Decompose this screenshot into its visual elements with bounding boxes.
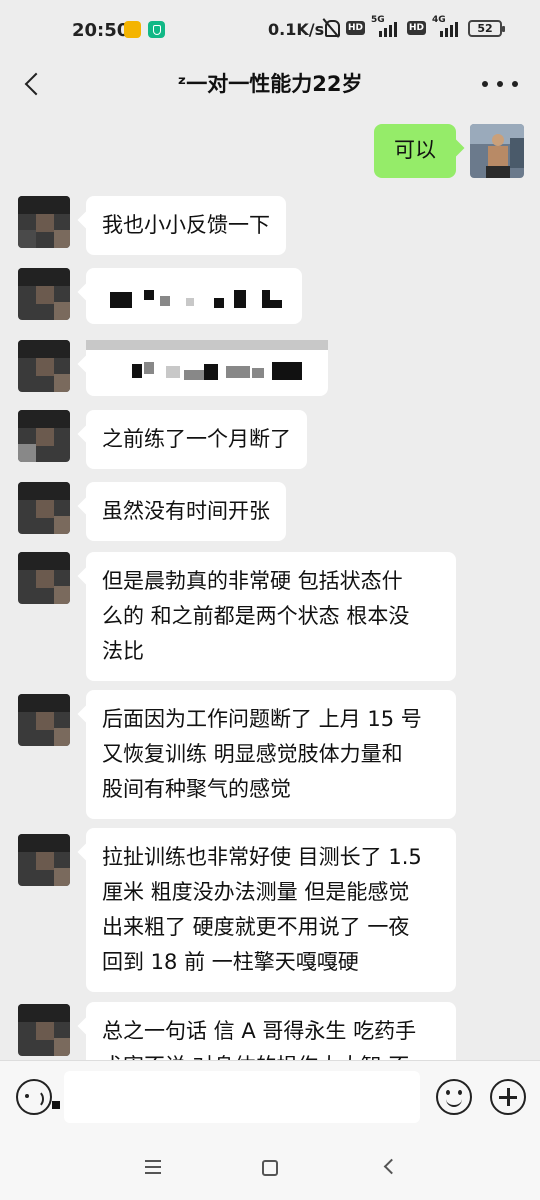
message-row: 总之一句话 信 A 哥得永生 吃药手 术害不说 对身体的损伤太大智 不	[0, 1002, 540, 1060]
mosaic-block	[204, 364, 218, 380]
chat-title: ᶻ一对一性能力22岁	[177, 72, 363, 96]
mosaic-block	[132, 364, 142, 378]
notification-app-icon	[124, 21, 141, 38]
message-bubble[interactable]: 之前练了一个月断了	[86, 410, 307, 469]
message-row: 虽然没有时间开张	[0, 482, 540, 542]
contact-avatar[interactable]	[18, 694, 70, 746]
mosaic-block	[186, 298, 194, 306]
message-line: 回到 18 前 一柱擎天嘎嘎硬	[102, 950, 359, 974]
message-text: 虽然没有时间开张	[102, 499, 270, 523]
signal-5g-label: 5G	[371, 15, 385, 25]
back-arrow-icon[interactable]	[16, 66, 52, 102]
message-line: 术害不说 对身体的损伤太大智 不	[102, 1049, 440, 1060]
message-bubble[interactable]: 拉扯训练也非常好使 目测长了 1.5 厘米 粗度没办法测量 但是能感觉 出来粗了…	[86, 828, 456, 992]
emoji-icon[interactable]	[436, 1079, 472, 1115]
mosaic-block	[184, 370, 204, 380]
voice-icon[interactable]	[16, 1079, 52, 1115]
message-bubble[interactable]: 我也小小反馈一下	[86, 196, 286, 255]
mosaic-block	[252, 368, 264, 378]
message-line: 又恢复训练 明显感觉肢体力量和	[102, 742, 403, 766]
home-icon[interactable]	[262, 1160, 278, 1176]
message-bubble[interactable]: 虽然没有时间开张	[86, 482, 286, 541]
chat-header: ᶻ一对一性能力22岁	[0, 58, 540, 110]
system-back-icon[interactable]	[383, 1158, 400, 1175]
mute-icon	[322, 18, 340, 38]
message-bubble[interactable]: 但是晨勃真的非常硬 包括状态什 么的 和之前都是两个状态 根本没 法比	[86, 552, 456, 681]
battery-icon: 52	[468, 19, 506, 37]
message-line: 法比	[102, 639, 144, 663]
message-text: 之前练了一个月断了	[102, 427, 291, 451]
mosaic-block	[166, 366, 180, 378]
message-row	[0, 340, 540, 400]
message-row: 但是晨勃真的非常硬 包括状态什 么的 和之前都是两个状态 根本没 法比	[0, 552, 540, 681]
contact-avatar[interactable]	[18, 1004, 70, 1056]
mosaic-block	[160, 296, 170, 306]
hd-icon-2: HD	[407, 21, 427, 35]
mosaic-block	[234, 290, 246, 308]
contact-avatar[interactable]	[18, 340, 70, 392]
contact-avatar[interactable]	[18, 196, 70, 248]
signal-5g-icon: 5G	[371, 15, 401, 37]
message-input[interactable]	[64, 1071, 420, 1123]
recent-apps-icon[interactable]	[145, 1160, 161, 1174]
plus-icon[interactable]	[490, 1079, 526, 1115]
message-list[interactable]: 可以 我也小小反馈一下 之前练了一个月断了 虽然没有时间开张 但是晨勃真的非常硬…	[0, 110, 540, 1060]
redacted-message-bubble[interactable]	[86, 340, 328, 396]
self-avatar[interactable]	[470, 124, 524, 178]
contact-avatar[interactable]	[18, 268, 70, 320]
redacted-message-bubble[interactable]	[86, 268, 302, 324]
mosaic-block	[226, 366, 250, 378]
mosaic-block	[214, 298, 224, 308]
mosaic-block	[270, 300, 282, 308]
message-line: 股间有种聚气的感觉	[102, 777, 291, 801]
message-bubble[interactable]: 总之一句话 信 A 哥得永生 吃药手 术害不说 对身体的损伤太大智 不	[86, 1002, 456, 1060]
message-row: 我也小小反馈一下	[0, 196, 540, 256]
message-text: 可以	[394, 138, 436, 162]
security-shield-icon	[148, 21, 165, 38]
message-text: 我也小小反馈一下	[102, 213, 270, 237]
mosaic-block	[144, 290, 154, 300]
message-line: 拉扯训练也非常好使 目测长了 1.5	[102, 845, 422, 869]
contact-avatar[interactable]	[18, 834, 70, 886]
network-speed: 0.1K/s	[268, 20, 325, 39]
message-row: 拉扯训练也非常好使 目测长了 1.5 厘米 粗度没办法测量 但是能感觉 出来粗了…	[0, 828, 540, 992]
message-line: 出来粗了 硬度就更不用说了 一夜	[102, 915, 410, 939]
message-line: 么的 和之前都是两个状态 根本没	[102, 604, 410, 628]
mosaic-block	[52, 1101, 60, 1109]
mosaic-block	[272, 362, 302, 380]
message-line: 总之一句话 信 A 哥得永生 吃药手	[102, 1019, 417, 1043]
message-row: 后面因为工作问题断了 上月 15 号 又恢复训练 明显感觉肢体力量和 股间有种聚…	[0, 690, 540, 819]
contact-avatar[interactable]	[18, 482, 70, 534]
status-time: 20:50	[72, 20, 130, 41]
contact-avatar[interactable]	[18, 552, 70, 604]
status-bar: 20:50 0.1K/s HD 5G HD 4G 52	[0, 0, 540, 58]
contact-avatar[interactable]	[18, 410, 70, 462]
input-bar	[0, 1060, 540, 1138]
message-row: 可以	[0, 122, 540, 180]
mosaic-block	[86, 340, 328, 350]
mosaic-block	[144, 362, 154, 374]
message-line: 但是晨勃真的非常硬 包括状态什	[102, 569, 403, 593]
mosaic-block	[110, 292, 132, 308]
message-line: 厘米 粗度没办法测量 但是能感觉	[102, 880, 410, 904]
message-bubble[interactable]: 后面因为工作问题断了 上月 15 号 又恢复训练 明显感觉肢体力量和 股间有种聚…	[86, 690, 456, 819]
message-line: 后面因为工作问题断了 上月 15 号	[102, 707, 422, 731]
system-nav-bar	[0, 1138, 540, 1200]
message-row	[0, 268, 540, 328]
message-bubble-self[interactable]: 可以	[374, 124, 456, 178]
hd-icon: HD	[346, 21, 366, 35]
status-icons: HD 5G HD 4G 52	[322, 15, 506, 38]
message-row: 之前练了一个月断了	[0, 410, 540, 470]
signal-4g-label: 4G	[432, 15, 446, 25]
mosaic-block	[262, 290, 270, 308]
signal-4g-icon: 4G	[432, 15, 462, 37]
more-dots-icon[interactable]	[482, 72, 518, 96]
